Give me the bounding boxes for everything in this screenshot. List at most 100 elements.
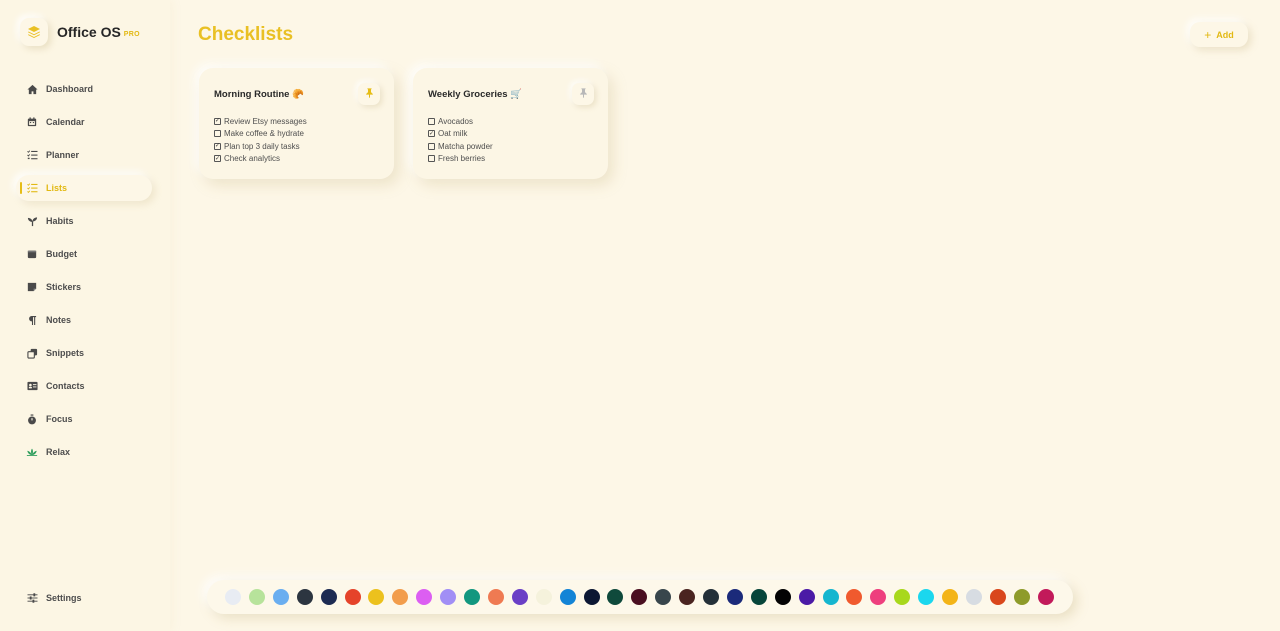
- item-text: Oat milk: [438, 129, 468, 139]
- sidebar-item-label: Snippets: [46, 348, 85, 358]
- sidebar-item-snippets[interactable]: Snippets: [16, 340, 152, 366]
- checklist-card[interactable]: Morning Routine 🥐 ✓ Review Etsy messages…: [199, 68, 394, 179]
- settings-section: Settings: [16, 585, 152, 618]
- item-text: Make coffee & hydrate: [224, 129, 304, 139]
- color-swatch[interactable]: [679, 589, 696, 605]
- color-swatch[interactable]: [798, 589, 815, 605]
- card-title: Weekly Groceries 🛒: [428, 89, 522, 100]
- color-swatch[interactable]: [894, 589, 911, 605]
- sidebar-item-contacts[interactable]: Contacts: [16, 373, 152, 399]
- card-title-emoji: 🛒: [510, 89, 523, 100]
- sidebar-item-label: Notes: [46, 315, 72, 325]
- sidebar-item-notes[interactable]: Notes: [16, 307, 152, 333]
- color-swatch[interactable]: [607, 589, 624, 605]
- sprout-icon: [26, 215, 38, 227]
- pin-button[interactable]: [572, 83, 594, 105]
- sidebar-item-calendar[interactable]: Calendar: [16, 109, 152, 135]
- item-text: Check analytics: [224, 154, 281, 164]
- sidebar-item-settings[interactable]: Settings: [16, 585, 152, 611]
- color-swatch[interactable]: [416, 589, 433, 605]
- sidebar-item-budget[interactable]: Budget: [16, 241, 152, 267]
- sidebar-item-label: Planner: [46, 150, 80, 160]
- plus-icon: +: [1204, 27, 1212, 42]
- add-button[interactable]: + Add: [1190, 22, 1248, 47]
- color-swatch[interactable]: [870, 589, 887, 605]
- sidebar-item-label: Calendar: [46, 117, 85, 127]
- checkbox[interactable]: [428, 155, 435, 163]
- sidebar-item-dashboard[interactable]: Dashboard: [16, 76, 152, 102]
- color-swatch[interactable]: [822, 589, 839, 605]
- checklist-item[interactable]: Matcha powder: [428, 140, 493, 153]
- checklist-item[interactable]: Make coffee & hydrate: [214, 128, 307, 141]
- checklist-item[interactable]: Avocados: [428, 115, 493, 128]
- pin-button[interactable]: [358, 83, 380, 105]
- color-swatch[interactable]: [344, 589, 361, 605]
- home-icon: [26, 83, 38, 95]
- color-swatch[interactable]: [726, 589, 743, 605]
- color-swatch[interactable]: [511, 589, 528, 605]
- sidebar-item-focus[interactable]: Focus: [16, 406, 152, 432]
- calendar-icon: [26, 116, 38, 128]
- color-swatch[interactable]: [655, 589, 672, 605]
- color-swatch[interactable]: [440, 589, 457, 605]
- sidebar-item-relax[interactable]: Relax: [16, 439, 152, 465]
- sidebar-item-label: Settings: [46, 593, 82, 603]
- color-swatch[interactable]: [535, 589, 552, 605]
- color-swatch[interactable]: [774, 589, 791, 605]
- color-swatch[interactable]: [392, 589, 409, 605]
- color-swatch[interactable]: [320, 589, 337, 605]
- checkbox[interactable]: ✓: [428, 130, 435, 138]
- color-swatch[interactable]: [225, 589, 241, 605]
- checkbox[interactable]: ✓: [214, 117, 221, 125]
- color-swatch[interactable]: [989, 589, 1006, 605]
- checklist-items: ✓ Review Etsy messages Make coffee & hyd…: [214, 115, 307, 165]
- checkbox[interactable]: [428, 117, 435, 125]
- item-text: Avocados: [438, 116, 473, 126]
- color-swatch[interactable]: [248, 589, 265, 605]
- sidebar-item-habits[interactable]: Habits: [16, 208, 152, 234]
- color-swatch[interactable]: [965, 589, 982, 605]
- color-swatch[interactable]: [750, 589, 767, 605]
- sidebar-item-stickers[interactable]: Stickers: [16, 274, 152, 300]
- color-swatch[interactable]: [846, 589, 863, 605]
- layers-logo-icon: [20, 18, 48, 46]
- pin-icon: [579, 85, 588, 103]
- color-swatch[interactable]: [296, 589, 313, 605]
- copy-icon: [26, 347, 38, 359]
- checklist-card[interactable]: Weekly Groceries 🛒 Avocados ✓ Oat milk M…: [413, 68, 608, 179]
- app-window: Office OS PRO Dashboard Calendar Planner…: [0, 0, 1280, 631]
- sidebar-item-label: Relax: [46, 447, 71, 457]
- item-text: Fresh berries: [438, 154, 486, 164]
- color-swatch[interactable]: [1037, 589, 1054, 605]
- planner-icon: [26, 149, 38, 161]
- color-swatch[interactable]: [583, 589, 600, 605]
- checkbox[interactable]: ✓: [214, 155, 221, 163]
- checkbox[interactable]: [214, 130, 221, 138]
- item-text: Review Etsy messages: [224, 116, 307, 126]
- color-swatch[interactable]: [631, 589, 648, 605]
- checklist-item[interactable]: ✓ Review Etsy messages: [214, 115, 307, 128]
- card-title-text: Weekly Groceries: [428, 89, 508, 100]
- brand[interactable]: Office OS PRO: [20, 18, 140, 46]
- checklist-item[interactable]: ✓ Check analytics: [214, 153, 307, 166]
- checkbox[interactable]: ✓: [214, 142, 221, 150]
- color-swatch[interactable]: [559, 589, 576, 605]
- sliders-icon: [26, 592, 38, 604]
- color-swatch[interactable]: [487, 589, 504, 605]
- sidebar-item-planner[interactable]: Planner: [16, 142, 152, 168]
- pin-icon: [365, 85, 374, 103]
- sidebar-item-label: Stickers: [46, 282, 82, 292]
- checklist-item[interactable]: Fresh berries: [428, 153, 493, 166]
- checkbox[interactable]: [428, 142, 435, 150]
- color-swatch[interactable]: [464, 589, 480, 605]
- card-title-emoji: 🥐: [292, 89, 304, 100]
- color-swatch[interactable]: [942, 589, 958, 605]
- color-swatch[interactable]: [918, 589, 935, 605]
- color-swatch[interactable]: [272, 589, 289, 605]
- color-swatch[interactable]: [703, 589, 719, 605]
- color-swatch[interactable]: [1013, 589, 1030, 605]
- checklist-item[interactable]: ✓ Plan top 3 daily tasks: [214, 140, 307, 153]
- sidebar-item-lists[interactable]: Lists: [16, 175, 152, 201]
- color-swatch[interactable]: [368, 589, 385, 605]
- checklist-item[interactable]: ✓ Oat milk: [428, 128, 493, 141]
